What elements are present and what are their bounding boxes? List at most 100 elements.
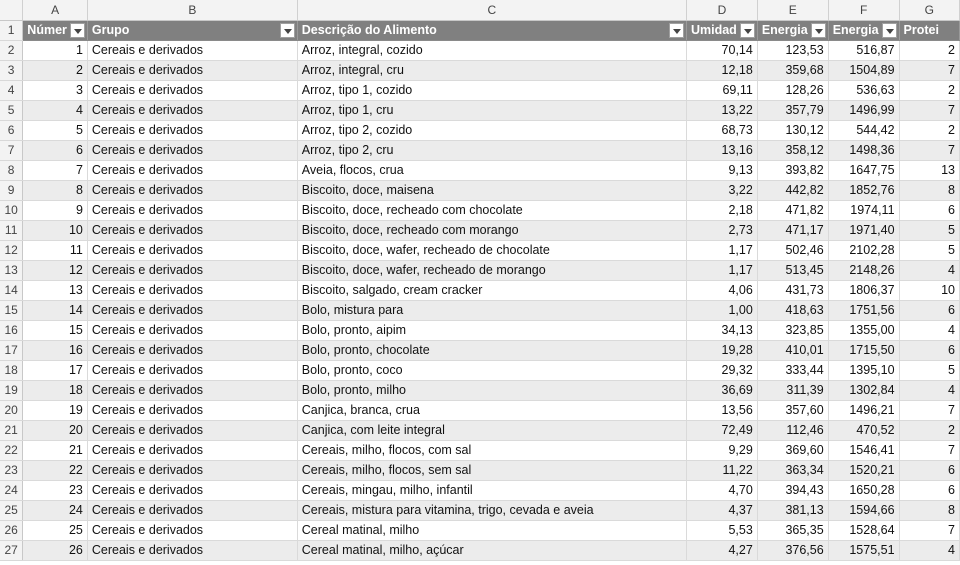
cell-numero[interactable]: 1 [22,40,88,61]
cell-numero[interactable]: 7 [22,160,88,181]
cell-proteina[interactable]: 7 [899,60,960,81]
cell-grupo[interactable]: Cereais e derivados [87,120,298,141]
row-number[interactable]: 8 [0,160,24,181]
cell-grupo[interactable]: Cereais e derivados [87,460,298,481]
cell-energia-kcal[interactable]: 333,44 [757,360,829,381]
cell-proteina[interactable]: 7 [899,100,960,121]
row-number[interactable]: 26 [0,520,24,541]
cell-energia-kcal[interactable]: 502,46 [757,240,829,261]
cell-proteina[interactable]: 5 [899,220,960,241]
cell-numero[interactable]: 24 [22,500,88,521]
cell-energia-kj[interactable]: 1650,28 [828,480,900,501]
cell-numero[interactable]: 4 [22,100,88,121]
cell-descricao[interactable]: Biscoito, salgado, cream cracker [297,280,687,301]
cell-descricao[interactable]: Biscoito, doce, wafer, recheado de moran… [297,260,687,281]
cell-umidade[interactable]: 9,29 [686,440,758,461]
cell-grupo[interactable]: Cereais e derivados [87,480,298,501]
row-number[interactable]: 17 [0,340,24,361]
cell-energia-kcal[interactable]: 323,85 [757,320,829,341]
cell-energia-kcal[interactable]: 431,73 [757,280,829,301]
cell-energia-kj[interactable]: 1528,64 [828,520,900,541]
cell-energia-kcal[interactable]: 128,26 [757,80,829,101]
cell-energia-kj[interactable]: 1806,37 [828,280,900,301]
cell-umidade[interactable]: 11,22 [686,460,758,481]
cell-proteina[interactable]: 6 [899,460,960,481]
cell-energia-kj[interactable]: 1355,00 [828,320,900,341]
cell-energia-kcal[interactable]: 410,01 [757,340,829,361]
cell-umidade[interactable]: 4,06 [686,280,758,301]
header-cell-proteina[interactable]: Protei [899,20,960,41]
cell-grupo[interactable]: Cereais e derivados [87,60,298,81]
cell-proteina[interactable]: 10 [899,280,960,301]
cell-energia-kj[interactable]: 1852,76 [828,180,900,201]
cell-descricao[interactable]: Arroz, integral, cru [297,60,687,81]
cell-numero[interactable]: 16 [22,340,88,361]
row-number[interactable]: 2 [0,40,24,61]
cell-proteina[interactable]: 6 [899,300,960,321]
cell-numero[interactable]: 5 [22,120,88,141]
cell-numero[interactable]: 17 [22,360,88,381]
cell-energia-kcal[interactable]: 358,12 [757,140,829,161]
column-header-g[interactable]: G [899,0,960,21]
cell-proteina[interactable]: 6 [899,340,960,361]
cell-umidade[interactable]: 36,69 [686,380,758,401]
row-number[interactable]: 1 [0,20,24,41]
cell-energia-kj[interactable]: 1575,51 [828,540,900,561]
row-number[interactable]: 24 [0,480,24,501]
cell-numero[interactable]: 15 [22,320,88,341]
cell-numero[interactable]: 22 [22,460,88,481]
header-cell-umidade[interactable]: Umidad [686,20,758,41]
cell-umidade[interactable]: 1,17 [686,240,758,261]
row-number[interactable]: 11 [0,220,24,241]
cell-energia-kcal[interactable]: 376,56 [757,540,829,561]
cell-descricao[interactable]: Arroz, tipo 1, cru [297,100,687,121]
row-number[interactable]: 3 [0,60,24,81]
cell-umidade[interactable]: 13,16 [686,140,758,161]
cell-grupo[interactable]: Cereais e derivados [87,280,298,301]
cell-energia-kj[interactable]: 1594,66 [828,500,900,521]
column-header-e[interactable]: E [757,0,829,21]
cell-descricao[interactable]: Canjica, com leite integral [297,420,687,441]
cell-energia-kj[interactable]: 536,63 [828,80,900,101]
cell-descricao[interactable]: Biscoito, doce, recheado com chocolate [297,200,687,221]
cell-proteina[interactable]: 13 [899,160,960,181]
cell-umidade[interactable]: 1,00 [686,300,758,321]
row-number[interactable]: 13 [0,260,24,281]
column-header-b[interactable]: B [87,0,298,21]
cell-descricao[interactable]: Biscoito, doce, recheado com morango [297,220,687,241]
header-cell-energia-kcal[interactable]: Energia [757,20,829,41]
row-number[interactable]: 14 [0,280,24,301]
cell-descricao[interactable]: Bolo, mistura para [297,300,687,321]
cell-energia-kj[interactable]: 470,52 [828,420,900,441]
cell-energia-kcal[interactable]: 130,12 [757,120,829,141]
cell-energia-kcal[interactable]: 363,34 [757,460,829,481]
cell-energia-kcal[interactable]: 471,17 [757,220,829,241]
cell-energia-kcal[interactable]: 112,46 [757,420,829,441]
column-header-f[interactable]: F [828,0,900,21]
cell-grupo[interactable]: Cereais e derivados [87,80,298,101]
cell-descricao[interactable]: Bolo, pronto, aipim [297,320,687,341]
cell-proteina[interactable]: 7 [899,520,960,541]
cell-energia-kj[interactable]: 2148,26 [828,260,900,281]
cell-grupo[interactable]: Cereais e derivados [87,540,298,561]
row-number[interactable]: 10 [0,200,24,221]
cell-proteina[interactable]: 7 [899,140,960,161]
cell-umidade[interactable]: 2,73 [686,220,758,241]
row-number[interactable]: 7 [0,140,24,161]
cell-proteina[interactable]: 5 [899,360,960,381]
cell-descricao[interactable]: Cereal matinal, milho, açúcar [297,540,687,561]
cell-numero[interactable]: 10 [22,220,88,241]
row-number[interactable]: 22 [0,440,24,461]
cell-descricao[interactable]: Arroz, tipo 2, cozido [297,120,687,141]
row-number[interactable]: 25 [0,500,24,521]
filter-dropdown-icon[interactable] [881,23,897,38]
column-header-a[interactable]: A [22,0,88,21]
cell-energia-kcal[interactable]: 471,82 [757,200,829,221]
cell-energia-kcal[interactable]: 359,68 [757,60,829,81]
cell-descricao[interactable]: Arroz, tipo 2, cru [297,140,687,161]
cell-energia-kcal[interactable]: 381,13 [757,500,829,521]
cell-umidade[interactable]: 13,22 [686,100,758,121]
cell-grupo[interactable]: Cereais e derivados [87,140,298,161]
cell-energia-kj[interactable]: 1647,75 [828,160,900,181]
cell-descricao[interactable]: Arroz, tipo 1, cozido [297,80,687,101]
